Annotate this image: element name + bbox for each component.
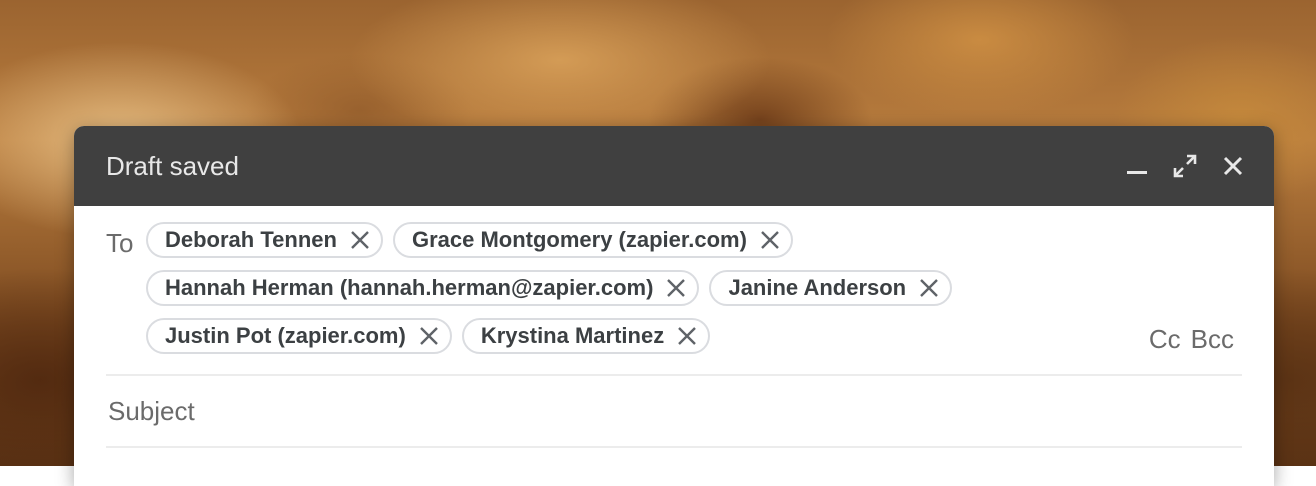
divider [106, 446, 1242, 448]
remove-recipient-button[interactable] [676, 325, 698, 347]
close-icon [678, 327, 697, 345]
chip-row: Hannah Herman (hannah.herman@zapier.com)… [146, 270, 1146, 306]
close-icon [667, 279, 686, 297]
recipient-chip[interactable]: Justin Pot (zapier.com) [146, 318, 452, 354]
remove-recipient-button[interactable] [349, 229, 371, 251]
remove-recipient-button[interactable] [918, 277, 940, 299]
remove-recipient-button[interactable] [418, 325, 440, 347]
close-icon [761, 231, 779, 249]
recipients-field[interactable]: To Deborah Tennen Grace Montgomery (zapi… [74, 206, 1274, 374]
remove-recipient-button[interactable] [759, 229, 781, 251]
to-label: To [106, 228, 134, 258]
minimize-icon [1127, 171, 1147, 174]
recipient-name: Janine Anderson [728, 275, 907, 300]
recipient-chip[interactable]: Krystina Martinez [461, 318, 711, 354]
recipient-chip[interactable]: Grace Montgomery (zapier.com) [392, 222, 793, 258]
close-icon [351, 231, 369, 249]
close-icon [920, 279, 938, 297]
cc-link[interactable]: Cc [1149, 324, 1181, 355]
compose-title: Draft saved [106, 150, 239, 181]
compose-window: Draft saved To Deborah Tennen Grace Mont… [74, 126, 1274, 486]
close-icon [1223, 156, 1243, 176]
recipient-name: Hannah Herman (hannah.herman@zapier.com) [165, 275, 654, 300]
recipient-name: Deborah Tennen [165, 227, 337, 252]
compose-titlebar[interactable]: Draft saved [74, 126, 1274, 206]
minimize-button[interactable] [1124, 153, 1150, 179]
recipient-chip[interactable]: Hannah Herman (hannah.herman@zapier.com) [146, 270, 700, 306]
subject-row [74, 376, 1274, 446]
window-controls [1124, 153, 1246, 179]
bcc-link[interactable]: Bcc [1191, 324, 1234, 355]
chip-row: Justin Pot (zapier.com) Krystina Martine… [146, 318, 1146, 354]
close-button[interactable] [1220, 153, 1246, 179]
recipient-name: Krystina Martinez [480, 323, 665, 348]
remove-recipient-button[interactable] [665, 277, 687, 299]
expand-button[interactable] [1172, 153, 1198, 179]
recipient-chip[interactable]: Janine Anderson [709, 270, 953, 306]
chip-row: Deborah Tennen Grace Montgomery (zapier.… [146, 222, 1146, 258]
cc-bcc-links: Cc Bcc [1149, 324, 1234, 355]
recipient-name: Justin Pot (zapier.com) [165, 323, 406, 348]
subject-input[interactable] [106, 394, 1242, 428]
expand-icon [1173, 154, 1197, 178]
close-icon [419, 327, 438, 345]
recipient-chips: Deborah Tennen Grace Montgomery (zapier.… [146, 222, 1146, 366]
recipient-name: Grace Montgomery (zapier.com) [411, 227, 747, 252]
recipient-chip[interactable]: Deborah Tennen [146, 222, 383, 258]
